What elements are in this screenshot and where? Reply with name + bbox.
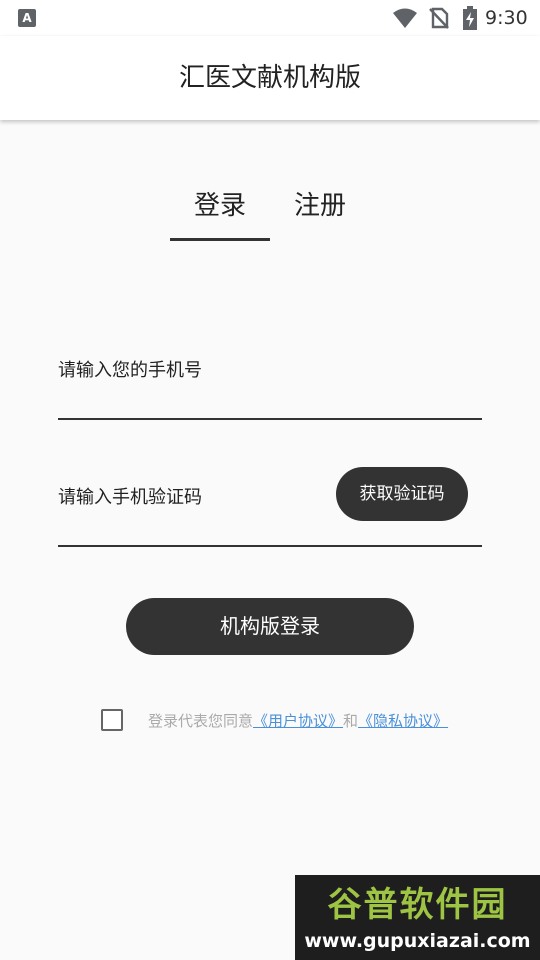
watermark-logo: 谷普软件园 www.gupuxiazai.com xyxy=(295,875,540,960)
watermark-url: www.gupuxiazai.com xyxy=(304,930,531,952)
battery-charging-icon xyxy=(463,6,477,30)
no-sim-icon xyxy=(429,7,449,29)
tab-register[interactable]: 注册 xyxy=(270,186,370,226)
tab-login[interactable]: 登录 xyxy=(170,186,270,226)
agreement-conjunction: 和 xyxy=(343,712,359,730)
notification-icon: A xyxy=(18,9,36,27)
wifi-icon xyxy=(393,8,417,28)
code-input-underline xyxy=(58,545,482,547)
phone-input[interactable]: 请输入您的手机号 xyxy=(58,359,202,383)
agreement-checkbox[interactable] xyxy=(101,709,123,731)
agreement-prefix: 登录代表您同意 xyxy=(148,712,254,730)
status-icons xyxy=(392,6,478,30)
status-time: 9:30 xyxy=(485,7,528,29)
status-bar: A 9:30 xyxy=(0,0,540,36)
verification-code-input[interactable]: 请输入手机验证码 xyxy=(58,486,202,510)
phone-input-underline xyxy=(58,418,482,420)
login-button[interactable]: 机构版登录 xyxy=(126,598,414,655)
tab-indicator xyxy=(170,238,270,241)
app-bar: 汇医文献机构版 xyxy=(0,36,540,120)
get-code-button[interactable]: 获取验证码 xyxy=(336,467,468,521)
agreement-text: 登录代表您同意《用户协议》和《隐私协议》 xyxy=(148,709,448,733)
watermark-title: 谷普软件园 xyxy=(327,885,508,925)
privacy-policy-link[interactable]: 《隐私协议》 xyxy=(358,712,448,730)
user-agreement-link[interactable]: 《用户协议》 xyxy=(253,712,343,730)
app-title: 汇医文献机构版 xyxy=(178,63,361,93)
